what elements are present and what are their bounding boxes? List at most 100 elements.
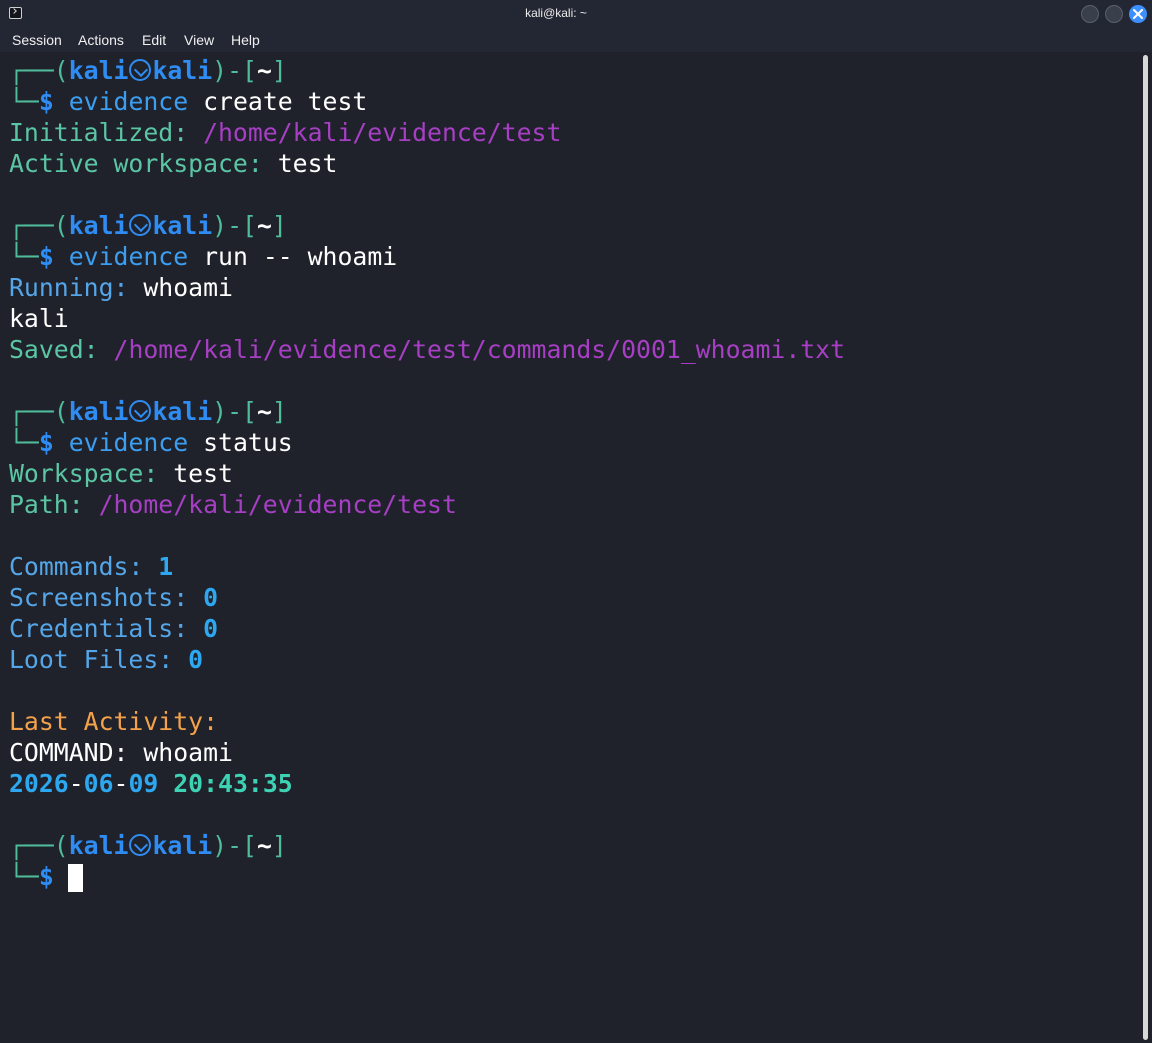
prompt-corner: └─ [9,428,39,457]
prompt-dir: ~ [256,56,272,85]
prompt-close: ] [271,397,287,426]
output-label: Active workspace: [9,149,278,178]
output-line: Last Activity: [9,706,218,737]
kali-logo-icon [129,214,152,236]
output-line: Saved: /home/kali/evidence/test/commands… [9,334,845,365]
text-cursor [68,864,83,892]
output-line: Initialized: /home/kali/evidence/test [9,117,561,148]
output-label: Path: [9,490,99,519]
output-line: Active workspace: test [9,148,337,179]
terminal-window: kali@kali: ~ Session Actions Edit View H… [0,0,1152,1043]
output-path: /home/kali/evidence/test [98,490,457,519]
output-line: kali [9,303,69,334]
stat-line: Commands: 1 [9,551,173,582]
menu-view[interactable]: View [184,31,214,49]
scrollbar-thumb[interactable] [1143,55,1148,1040]
prompt-line: ┌──(kali kali)-[~] [9,396,287,427]
minimize-button[interactable] [1081,5,1099,23]
prompt-host: kali [152,397,213,426]
stat-label: Credentials: [9,614,204,643]
kali-logo-icon [129,400,152,422]
title-bar[interactable]: kali@kali: ~ [0,0,1152,28]
prompt-dir: ~ [256,397,272,426]
menu-edit[interactable]: Edit [142,31,166,49]
date-month: 06 [83,769,114,798]
command-name: evidence [68,242,189,271]
command-name: evidence [68,428,189,457]
time-value: 20:43:35 [173,769,293,798]
output-label: Saved: [9,335,114,364]
vertical-scrollbar[interactable] [1140,52,1152,1043]
prompt-user: kali [68,56,129,85]
close-button[interactable] [1129,5,1147,23]
last-command: COMMAND: whoami [9,738,233,767]
stat-value: 1 [158,552,174,581]
date-year: 2026 [9,769,69,798]
prompt-corner: └─ [9,862,39,891]
output-value: test [277,149,338,178]
stat-line: Loot Files: 0 [9,644,203,675]
menu-help[interactable]: Help [231,31,260,49]
date-day: 09 [128,769,159,798]
prompt-mid: )-[ [212,397,257,426]
command-line: └─$ evidence create test [9,86,367,117]
stat-value: 0 [203,614,219,643]
menu-actions[interactable]: Actions [78,31,124,49]
prompt-line: ┌──(kali kali)-[~] [9,55,287,86]
output-path: /home/kali/evidence/test/commands/0001_w… [113,335,846,364]
kali-logo-icon [129,834,152,856]
stat-label: Commands: [9,552,159,581]
output-label: Workspace: [9,459,174,488]
last-activity-label: Last Activity: [9,707,219,736]
command-line[interactable]: └─$ [9,861,54,892]
prompt-user: kali [68,211,129,240]
window-title: kali@kali: ~ [525,6,587,20]
command-line: └─$ evidence status [9,427,293,458]
stat-value: 0 [203,583,219,612]
output-value: test [173,459,233,488]
stat-label: Screenshots: [9,583,204,612]
prompt-host: kali [152,56,213,85]
prompt-corner: └─ [9,87,39,116]
prompt-user: kali [68,831,129,860]
prompt-close: ] [271,831,287,860]
timestamp-line: 2026-06-09 20:43:35 [9,768,293,799]
prompt-user: kali [68,397,129,426]
output-label: Initialized: [9,118,204,147]
maximize-button[interactable] [1105,5,1123,23]
prompt-line: ┌──(kali kali)-[~] [9,830,287,861]
prompt-host: kali [152,831,213,860]
output-label: Running: [9,273,144,302]
prompt-mid: )-[ [212,211,257,240]
prompt-open: ┌──( [9,56,69,85]
prompt-dollar: $ [38,87,54,116]
prompt-host: kali [152,211,213,240]
prompt-mid: )-[ [212,56,257,85]
prompt-close: ] [271,211,287,240]
command-line: └─$ evidence run -- whoami [9,241,397,272]
prompt-open: ┌──( [9,831,69,860]
output-path: /home/kali/evidence/test [203,118,562,147]
prompt-close: ] [271,56,287,85]
prompt-open: ┌──( [9,211,69,240]
kali-logo-icon [129,59,152,81]
output-value: whoami [143,273,233,302]
command-output: kali [9,304,69,333]
output-line: Path: /home/kali/evidence/test [9,489,457,520]
prompt-mid: )-[ [212,831,257,860]
command-name: evidence [68,87,189,116]
menu-session[interactable]: Session [12,31,62,49]
terminal-output[interactable]: ┌──(kali kali)-[~] └─$ evidence create te… [0,52,1140,1043]
output-line: Workspace: test [9,458,233,489]
prompt-corner: └─ [9,242,39,271]
prompt-dollar: $ [38,428,54,457]
stat-value: 0 [188,645,204,674]
prompt-dir: ~ [256,831,272,860]
date-separator: - [113,769,129,798]
prompt-line: ┌──(kali kali)-[~] [9,210,287,241]
command-args: create test [188,87,368,116]
menu-bar: Session Actions Edit View Help [0,28,1152,52]
stat-line: Credentials: 0 [9,613,218,644]
prompt-dollar: $ [38,862,54,891]
prompt-dir: ~ [256,211,272,240]
